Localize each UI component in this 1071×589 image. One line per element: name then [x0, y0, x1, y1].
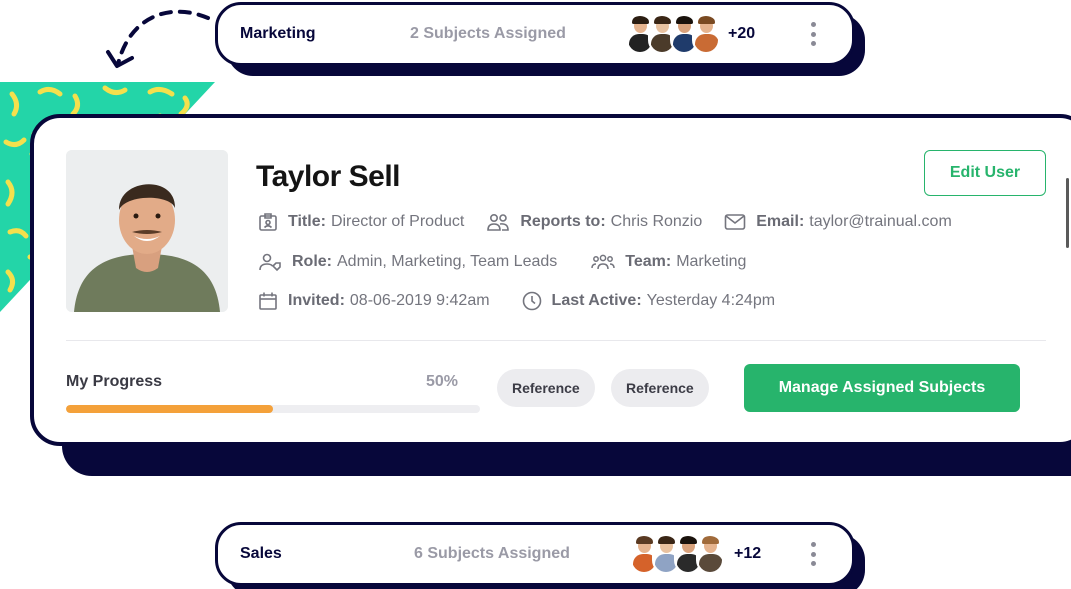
group-row-pill: Sales 6 Subjects Assigned +12	[215, 522, 855, 586]
reports-to-field: Reports to: Chris Ronzio	[486, 212, 702, 232]
group-subject-count: 2 Subjects Assigned	[410, 25, 566, 42]
user-photo	[66, 150, 228, 312]
invited-value: 08-06-2019 9:42am	[349, 292, 490, 309]
kebab-menu-icon[interactable]	[808, 542, 818, 566]
kebab-menu-icon[interactable]	[808, 22, 818, 46]
invited-field: Invited: 08-06-2019 9:42am	[258, 291, 490, 311]
dashed-arrow-icon	[106, 9, 210, 68]
avatar	[696, 534, 724, 574]
team-icon	[591, 254, 616, 270]
info-row-1: Title: Director of Product Reports to: C…	[258, 212, 974, 232]
team-field: Team: Marketing	[591, 253, 746, 271]
team-value: Marketing	[676, 253, 747, 270]
reference-chip-1[interactable]: Reference	[497, 369, 595, 407]
email-value[interactable]: taylor@trainual.com	[809, 213, 952, 231]
more-members-count: +12	[734, 545, 762, 562]
avatar	[692, 14, 720, 54]
member-avatar-stack[interactable]	[626, 14, 720, 54]
group-name: Sales	[240, 545, 282, 562]
role-field: Role: Admin, Marketing, Team Leads	[258, 252, 557, 272]
divider	[66, 340, 1046, 341]
role-user-tag-icon	[259, 253, 281, 272]
email-icon	[724, 214, 746, 230]
progress-bar	[66, 405, 480, 413]
group-row-marketing[interactable]: Marketing 2 Subjects Assigned +20	[215, 2, 865, 76]
scrollbar[interactable]	[1066, 178, 1069, 248]
group-name: Marketing	[240, 25, 316, 42]
edit-user-button[interactable]: Edit User	[924, 150, 1046, 196]
email-field: Email: taylor@trainual.com	[724, 213, 952, 231]
group-row-sales[interactable]: Sales 6 Subjects Assigned +12	[215, 522, 865, 589]
reports-users-icon	[487, 213, 510, 231]
title-field: Title: Director of Product	[258, 212, 464, 232]
member-avatar-stack[interactable]	[630, 534, 724, 574]
user-card: Taylor Sell Edit User Title: Director of…	[30, 114, 1071, 446]
progress-bar-fill	[66, 405, 273, 413]
calendar-icon	[259, 292, 277, 310]
info-row-2: Role: Admin, Marketing, Team Leads Team:…	[258, 252, 768, 272]
progress-label: My Progress	[66, 373, 163, 390]
progress-percent: 50%	[426, 373, 459, 390]
group-row-pill: Marketing 2 Subjects Assigned +20	[215, 2, 855, 66]
more-members-count: +20	[728, 25, 756, 42]
manage-assigned-subjects-button[interactable]: Manage Assigned Subjects	[744, 364, 1020, 412]
clock-icon	[522, 291, 541, 311]
reports-to-value: Chris Ronzio	[610, 213, 703, 230]
title-value: Director of Product	[330, 213, 465, 230]
group-subject-count: 6 Subjects Assigned	[414, 545, 570, 562]
info-row-3: Invited: 08-06-2019 9:42am Last Active: …	[258, 291, 797, 311]
user-name: Taylor Sell	[256, 160, 401, 193]
role-value: Admin, Marketing, Team Leads	[337, 253, 558, 270]
last-active-value: Yesterday 4:24pm	[646, 292, 776, 309]
title-badge-icon	[259, 213, 277, 231]
last-active-field: Last Active: Yesterday 4:24pm	[522, 291, 776, 311]
reference-chip-2[interactable]: Reference	[611, 369, 709, 407]
